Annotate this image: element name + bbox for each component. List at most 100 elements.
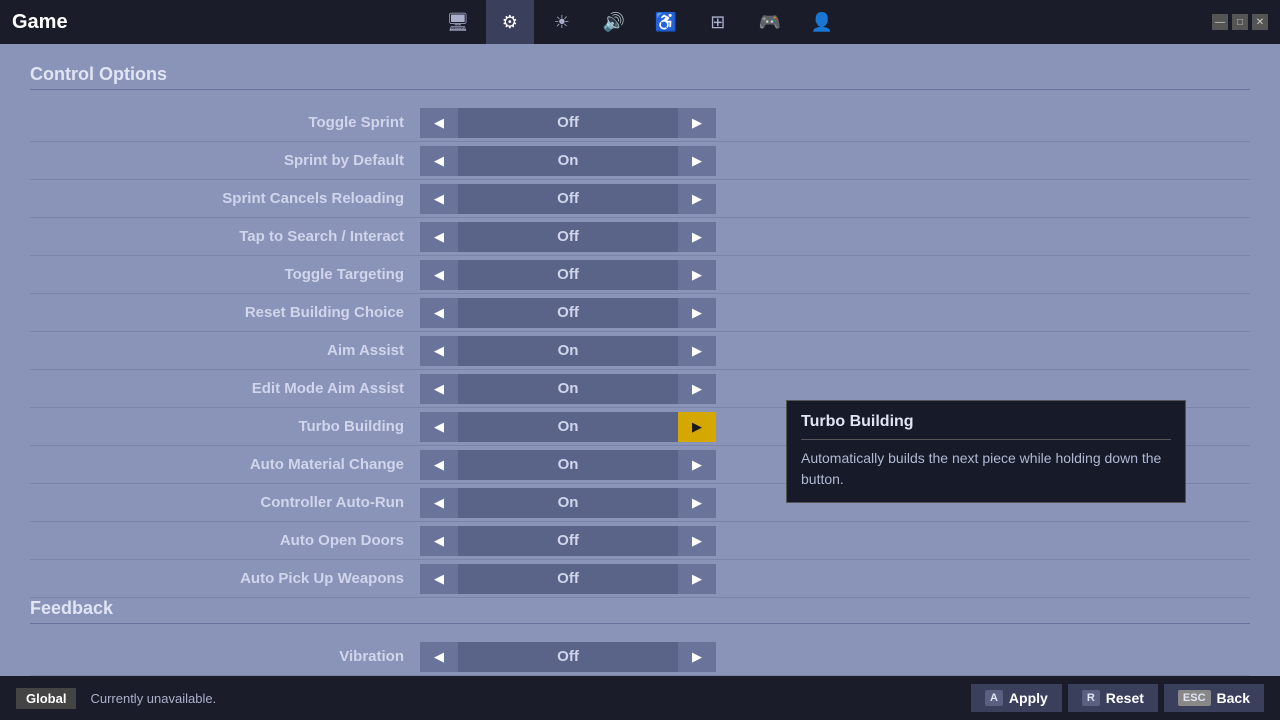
arrow-left-button[interactable]: ◀ (420, 488, 458, 518)
setting-control: ◀On▶ (420, 488, 716, 518)
controller-icon[interactable]: 🎮 (746, 0, 794, 44)
accessibility-icon[interactable]: ♿ (642, 0, 690, 44)
minimize-button[interactable]: — (1212, 14, 1228, 30)
value-display: Off (458, 260, 678, 290)
arrow-right-button[interactable]: ▶ (678, 642, 716, 672)
gear-icon[interactable]: ⚙ (486, 0, 534, 44)
arrow-right-button[interactable]: ▶ (678, 222, 716, 252)
setting-control: ◀Off▶ (420, 642, 716, 672)
arrow-left-button[interactable]: ◀ (420, 184, 458, 214)
arrow-right-button[interactable]: ▶ (678, 298, 716, 328)
window-controls[interactable]: —□✕ (1212, 14, 1268, 30)
setting-label: Auto Pick Up Weapons (30, 570, 420, 587)
arrow-left-button[interactable]: ◀ (420, 336, 458, 366)
setting-row: Reset Building Choice◀Off▶ (30, 294, 1250, 332)
btn-key-r: R (1082, 690, 1100, 706)
setting-control: ◀Off▶ (420, 260, 716, 290)
audio-icon[interactable]: 🔊 (590, 0, 638, 44)
btn-label: Apply (1009, 690, 1048, 706)
setting-label: Aim Assist (30, 342, 420, 359)
brightness-icon[interactable]: ☀ (538, 0, 586, 44)
setting-control: ◀On▶ (420, 374, 716, 404)
setting-control: ◀On▶ (420, 450, 716, 480)
arrow-left-button[interactable]: ◀ (420, 298, 458, 328)
arrow-left-button[interactable]: ◀ (420, 222, 458, 252)
close-button[interactable]: ✕ (1252, 14, 1268, 30)
arrow-right-button[interactable]: ▶ (678, 260, 716, 290)
setting-label: Turbo Building (30, 418, 420, 435)
setting-label: Tap to Search / Interact (30, 228, 420, 245)
status-text: Currently unavailable. (90, 691, 216, 706)
window-title: Game (12, 11, 68, 34)
setting-row: Sprint Cancels Reloading◀Off▶ (30, 180, 1250, 218)
arrow-right-button[interactable]: ▶ (678, 412, 716, 442)
arrow-left-button[interactable]: ◀ (420, 642, 458, 672)
arrow-left-button[interactable]: ◀ (420, 260, 458, 290)
setting-control: ◀On▶ (420, 412, 716, 442)
settings-panel: Control OptionsToggle Sprint◀Off▶Sprint … (0, 44, 1280, 676)
arrow-right-button[interactable]: ▶ (678, 526, 716, 556)
arrow-left-button[interactable]: ◀ (420, 412, 458, 442)
value-display: On (458, 336, 678, 366)
monitor-icon[interactable]: 🖥 (434, 0, 482, 44)
setting-row: Auto Open Doors◀Off▶ (30, 522, 1250, 560)
back-button[interactable]: ESC Back (1164, 684, 1264, 712)
value-display: Off (458, 642, 678, 672)
nav-icons: 🖥⚙☀🔊♿⊞🎮👤 (434, 0, 846, 44)
section-header-feedback: Feedback (30, 598, 1250, 624)
apply-button[interactable]: A Apply (971, 684, 1062, 712)
maximize-button[interactable]: □ (1232, 14, 1248, 30)
tooltip-body: Automatically builds the next piece whil… (801, 448, 1171, 490)
btn-label: Back (1217, 690, 1250, 706)
arrow-right-button[interactable]: ▶ (678, 450, 716, 480)
setting-label: Auto Open Doors (30, 532, 420, 549)
tooltip: Turbo Building Automatically builds the … (786, 400, 1186, 503)
setting-control: ◀On▶ (420, 146, 716, 176)
arrow-right-button[interactable]: ▶ (678, 184, 716, 214)
settings-list-feedback: Vibration◀Off▶ (30, 638, 1250, 676)
main-content: Control OptionsToggle Sprint◀Off▶Sprint … (0, 44, 1280, 676)
setting-label: Toggle Sprint (30, 114, 420, 131)
setting-label: Auto Material Change (30, 456, 420, 473)
setting-control: ◀Off▶ (420, 526, 716, 556)
arrow-right-button[interactable]: ▶ (678, 146, 716, 176)
setting-label: Controller Auto-Run (30, 494, 420, 511)
arrow-left-button[interactable]: ◀ (420, 526, 458, 556)
setting-label: Sprint Cancels Reloading (30, 190, 420, 207)
title-bar: Game 🖥⚙☀🔊♿⊞🎮👤 —□✕ (0, 0, 1280, 44)
profile-icon[interactable]: 👤 (798, 0, 846, 44)
setting-control: ◀Off▶ (420, 298, 716, 328)
hud-icon[interactable]: ⊞ (694, 0, 742, 44)
btn-key-esc: ESC (1178, 690, 1211, 706)
setting-control: ◀Off▶ (420, 184, 716, 214)
value-display: Off (458, 564, 678, 594)
setting-control: ◀On▶ (420, 336, 716, 366)
setting-control: ◀Off▶ (420, 564, 716, 594)
btn-key-a: A (985, 690, 1003, 706)
setting-label: Vibration (30, 648, 420, 665)
arrow-left-button[interactable]: ◀ (420, 146, 458, 176)
settings-list-control-options: Toggle Sprint◀Off▶Sprint by Default◀On▶S… (30, 104, 1250, 598)
arrow-right-button[interactable]: ▶ (678, 108, 716, 138)
setting-label: Toggle Targeting (30, 266, 420, 283)
setting-control: ◀Off▶ (420, 108, 716, 138)
value-display: Off (458, 222, 678, 252)
arrow-right-button[interactable]: ▶ (678, 374, 716, 404)
value-display: Off (458, 184, 678, 214)
value-display: On (458, 412, 678, 442)
arrow-right-button[interactable]: ▶ (678, 488, 716, 518)
arrow-left-button[interactable]: ◀ (420, 450, 458, 480)
tooltip-title: Turbo Building (801, 413, 1171, 440)
arrow-left-button[interactable]: ◀ (420, 374, 458, 404)
bottom-actions: A Apply RReset ESC Back (971, 684, 1264, 712)
arrow-left-button[interactable]: ◀ (420, 564, 458, 594)
arrow-right-button[interactable]: ▶ (678, 564, 716, 594)
reset-button[interactable]: RReset (1068, 684, 1158, 712)
arrow-right-button[interactable]: ▶ (678, 336, 716, 366)
value-display: On (458, 146, 678, 176)
arrow-left-button[interactable]: ◀ (420, 108, 458, 138)
setting-control: ◀Off▶ (420, 222, 716, 252)
section-header-control-options: Control Options (30, 64, 1250, 90)
value-display: Off (458, 526, 678, 556)
value-display: Off (458, 298, 678, 328)
